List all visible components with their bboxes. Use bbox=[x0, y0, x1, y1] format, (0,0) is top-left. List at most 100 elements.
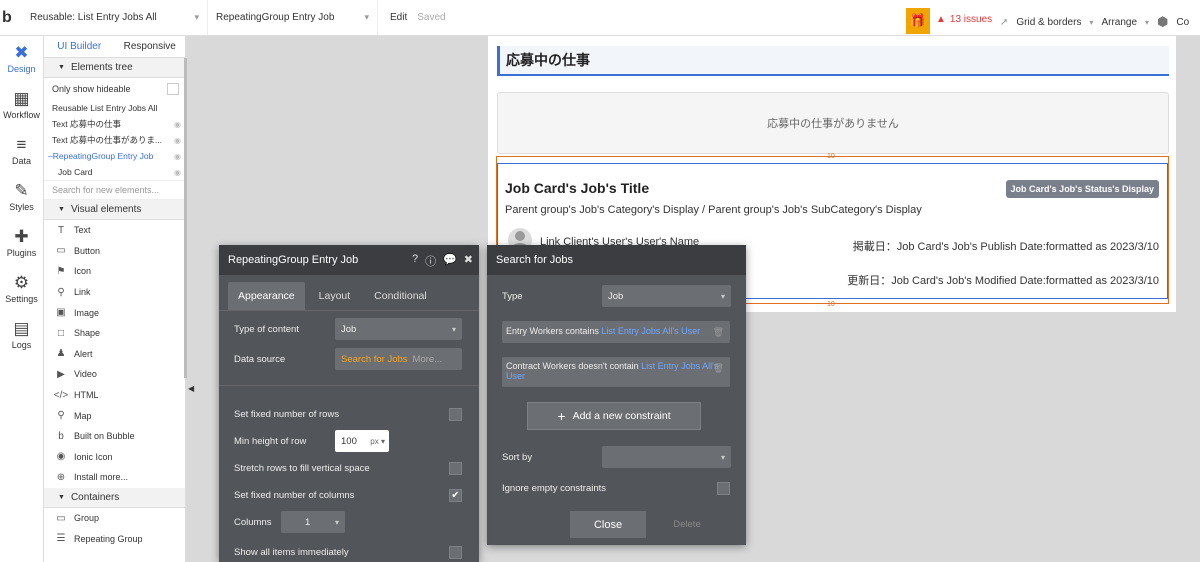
left-nav: ✖ Design ▦ Workflow ≡ Data ✎ Styles ✚ Plugins… bbox=[0, 36, 44, 562]
collapse-triangle-icon: ▼ bbox=[58, 493, 65, 501]
stretch-checkbox[interactable] bbox=[449, 462, 462, 475]
visual-elements-header[interactable]: ▼ Visual elements bbox=[44, 200, 185, 220]
sort-by-select[interactable]: ▾ bbox=[602, 446, 731, 468]
page-select[interactable]: Reusable: List Entry Jobs All ▾ bbox=[22, 0, 208, 35]
nav-plugins[interactable]: ✚ Plugins bbox=[0, 220, 43, 266]
info-icon[interactable]: ⓘ bbox=[425, 253, 436, 269]
columns-select[interactable]: 1 ▾ bbox=[281, 511, 345, 533]
tab-layout[interactable]: Layout bbox=[309, 282, 361, 310]
gift-icon[interactable]: 🎁 bbox=[906, 8, 930, 34]
trash-icon[interactable]: 🗑 bbox=[713, 327, 724, 338]
property-editor-title: RepeatingGroup Entry Job bbox=[228, 254, 359, 266]
nav-logs[interactable]: ▤ Logs bbox=[0, 312, 43, 358]
nav-data[interactable]: ≡ Data bbox=[0, 128, 43, 174]
eye-icon[interactable]: ◉ bbox=[174, 120, 181, 129]
tree-item[interactable]: Job Card ◉ bbox=[44, 164, 185, 180]
design-icon: ✖ bbox=[14, 43, 29, 62]
min-height-input[interactable]: 100 px ▾ bbox=[335, 430, 389, 452]
elements-tree-header[interactable]: ▼ Elements tree bbox=[44, 58, 185, 78]
close-icon[interactable]: ✖ bbox=[464, 253, 473, 269]
element-label: Built on Bubble bbox=[74, 431, 135, 442]
cube-icon: ⬢ bbox=[1157, 14, 1169, 29]
type-select[interactable]: Job ▾ bbox=[602, 285, 731, 307]
columns-label: Columns bbox=[234, 517, 272, 528]
page-header-text[interactable]: 応募中の仕事 bbox=[497, 46, 1169, 76]
collapse-panel-icon[interactable]: ◀ bbox=[188, 384, 194, 393]
fixed-columns-label: Set fixed number of columns bbox=[234, 490, 355, 501]
eye-icon[interactable]: ◉ bbox=[174, 152, 181, 161]
element-select[interactable]: RepeatingGroup Entry Job ▾ bbox=[208, 0, 378, 35]
constraint-1[interactable]: Entry Workers contains List Entry Jobs A… bbox=[502, 321, 730, 343]
constraint-text: Contract Workers doesn't contain bbox=[506, 361, 639, 371]
constraint-link[interactable]: List Entry Jobs All's User bbox=[601, 326, 700, 336]
containers-header[interactable]: ▼ Containers bbox=[44, 487, 185, 508]
element-label: Ionic Icon bbox=[74, 451, 113, 462]
constraint-2[interactable]: Contract Workers doesn't contain List En… bbox=[502, 357, 730, 387]
tree-item-label: Text 応募中の仕事 bbox=[52, 119, 121, 129]
delete-button[interactable]: Delete bbox=[662, 511, 712, 538]
tree-item[interactable]: Reusable List Entry Jobs All bbox=[44, 100, 185, 116]
issues-count: 13 issues bbox=[949, 14, 993, 25]
issues-button[interactable]: ▲ 13 issues bbox=[936, 14, 992, 25]
add-constraint-button[interactable]: + Add a new constraint bbox=[527, 402, 701, 430]
element-repeating-group[interactable]: ☰ Repeating Group bbox=[44, 528, 185, 549]
comment-icon[interactable]: 💬 bbox=[443, 253, 457, 269]
fixed-columns-checkbox[interactable]: ✔ bbox=[449, 489, 462, 502]
close-button[interactable]: Close bbox=[570, 511, 646, 538]
help-icon[interactable]: ? bbox=[412, 253, 418, 269]
tab-ui-builder[interactable]: UI Builder bbox=[44, 36, 115, 57]
bubble-logo[interactable]: b bbox=[2, 9, 22, 27]
eye-icon[interactable]: ◉ bbox=[174, 168, 181, 177]
edit-menu[interactable]: Edit bbox=[390, 12, 407, 23]
unit-select[interactable]: px ▾ bbox=[370, 437, 385, 446]
type-of-content-select[interactable]: Job ▾ bbox=[335, 318, 462, 340]
element-text[interactable]: T Text bbox=[44, 220, 185, 241]
nav-workflow[interactable]: ▦ Workflow bbox=[0, 82, 43, 128]
element-ionic-icon[interactable]: ◉ Ionic Icon bbox=[44, 447, 185, 468]
nav-settings[interactable]: ⚙ Settings bbox=[0, 266, 43, 312]
data-source-value[interactable]: Search for Jobs bbox=[341, 354, 408, 365]
fixed-rows-checkbox[interactable] bbox=[449, 408, 462, 421]
element-icon: □ bbox=[57, 327, 65, 339]
eye-icon[interactable]: ◉ bbox=[174, 136, 181, 145]
more-link[interactable]: More... bbox=[413, 354, 443, 365]
trash-icon[interactable]: 🗑 bbox=[713, 363, 724, 374]
element-icon[interactable]: ⚑ Icon bbox=[44, 261, 185, 282]
tree-item[interactable]: Text 応募中の仕事 ◉ bbox=[44, 116, 185, 132]
element-button[interactable]: ▭ Button bbox=[44, 241, 185, 262]
element-map[interactable]: ⚲ Map bbox=[44, 405, 185, 426]
nav-design[interactable]: ✖ Design bbox=[0, 36, 43, 82]
collapse-triangle-icon: ▼ bbox=[58, 206, 65, 213]
type-value: Job bbox=[608, 290, 624, 302]
chevron-down-icon: ▾ bbox=[364, 12, 369, 22]
grid-borders-menu[interactable]: Grid & borders bbox=[1016, 17, 1081, 28]
element-install-more[interactable]: ⊕ Install more... bbox=[44, 467, 185, 488]
tree-item-selected[interactable]: – RepeatingGroup Entry Job ◉ bbox=[44, 148, 185, 164]
element-shape[interactable]: □ Shape bbox=[44, 323, 185, 344]
panel-scrollbar[interactable] bbox=[184, 58, 187, 378]
element-built-on-bubble[interactable]: b Built on Bubble bbox=[44, 426, 185, 447]
job-category: Parent group's Job's Category's Display … bbox=[505, 204, 922, 216]
tab-responsive[interactable]: Responsive bbox=[115, 36, 186, 57]
element-alert[interactable]: ♟ Alert bbox=[44, 344, 185, 365]
tab-appearance[interactable]: Appearance bbox=[228, 282, 305, 310]
element-video[interactable]: ▶ Video bbox=[44, 364, 185, 385]
database-icon: ≡ bbox=[16, 135, 27, 154]
show-all-checkbox[interactable] bbox=[449, 546, 462, 559]
element-group[interactable]: ▭ Group bbox=[44, 508, 185, 529]
element-image[interactable]: ▣ Image bbox=[44, 302, 185, 323]
tab-conditional[interactable]: Conditional bbox=[364, 282, 437, 310]
element-link[interactable]: ⚲ Link bbox=[44, 282, 185, 303]
tree-item[interactable]: Text 応募中の仕事がありま... ◉ bbox=[44, 132, 185, 148]
arrange-menu[interactable]: Arrange bbox=[1101, 17, 1137, 28]
search-elements-input[interactable]: Search for new elements... bbox=[44, 180, 185, 200]
components-menu[interactable]: Co bbox=[1176, 17, 1189, 28]
empty-state-text[interactable]: 応募中の仕事がありません bbox=[497, 92, 1169, 154]
element-label: Install more... bbox=[74, 472, 129, 483]
plus-icon: + bbox=[557, 408, 566, 424]
nav-styles[interactable]: ✎ Styles bbox=[0, 174, 43, 220]
data-source-field[interactable]: Search for Jobs More... bbox=[335, 348, 462, 370]
element-html[interactable]: </> HTML bbox=[44, 385, 185, 406]
only-hideable-checkbox[interactable] bbox=[167, 83, 179, 95]
ignore-empty-checkbox[interactable] bbox=[717, 482, 730, 495]
